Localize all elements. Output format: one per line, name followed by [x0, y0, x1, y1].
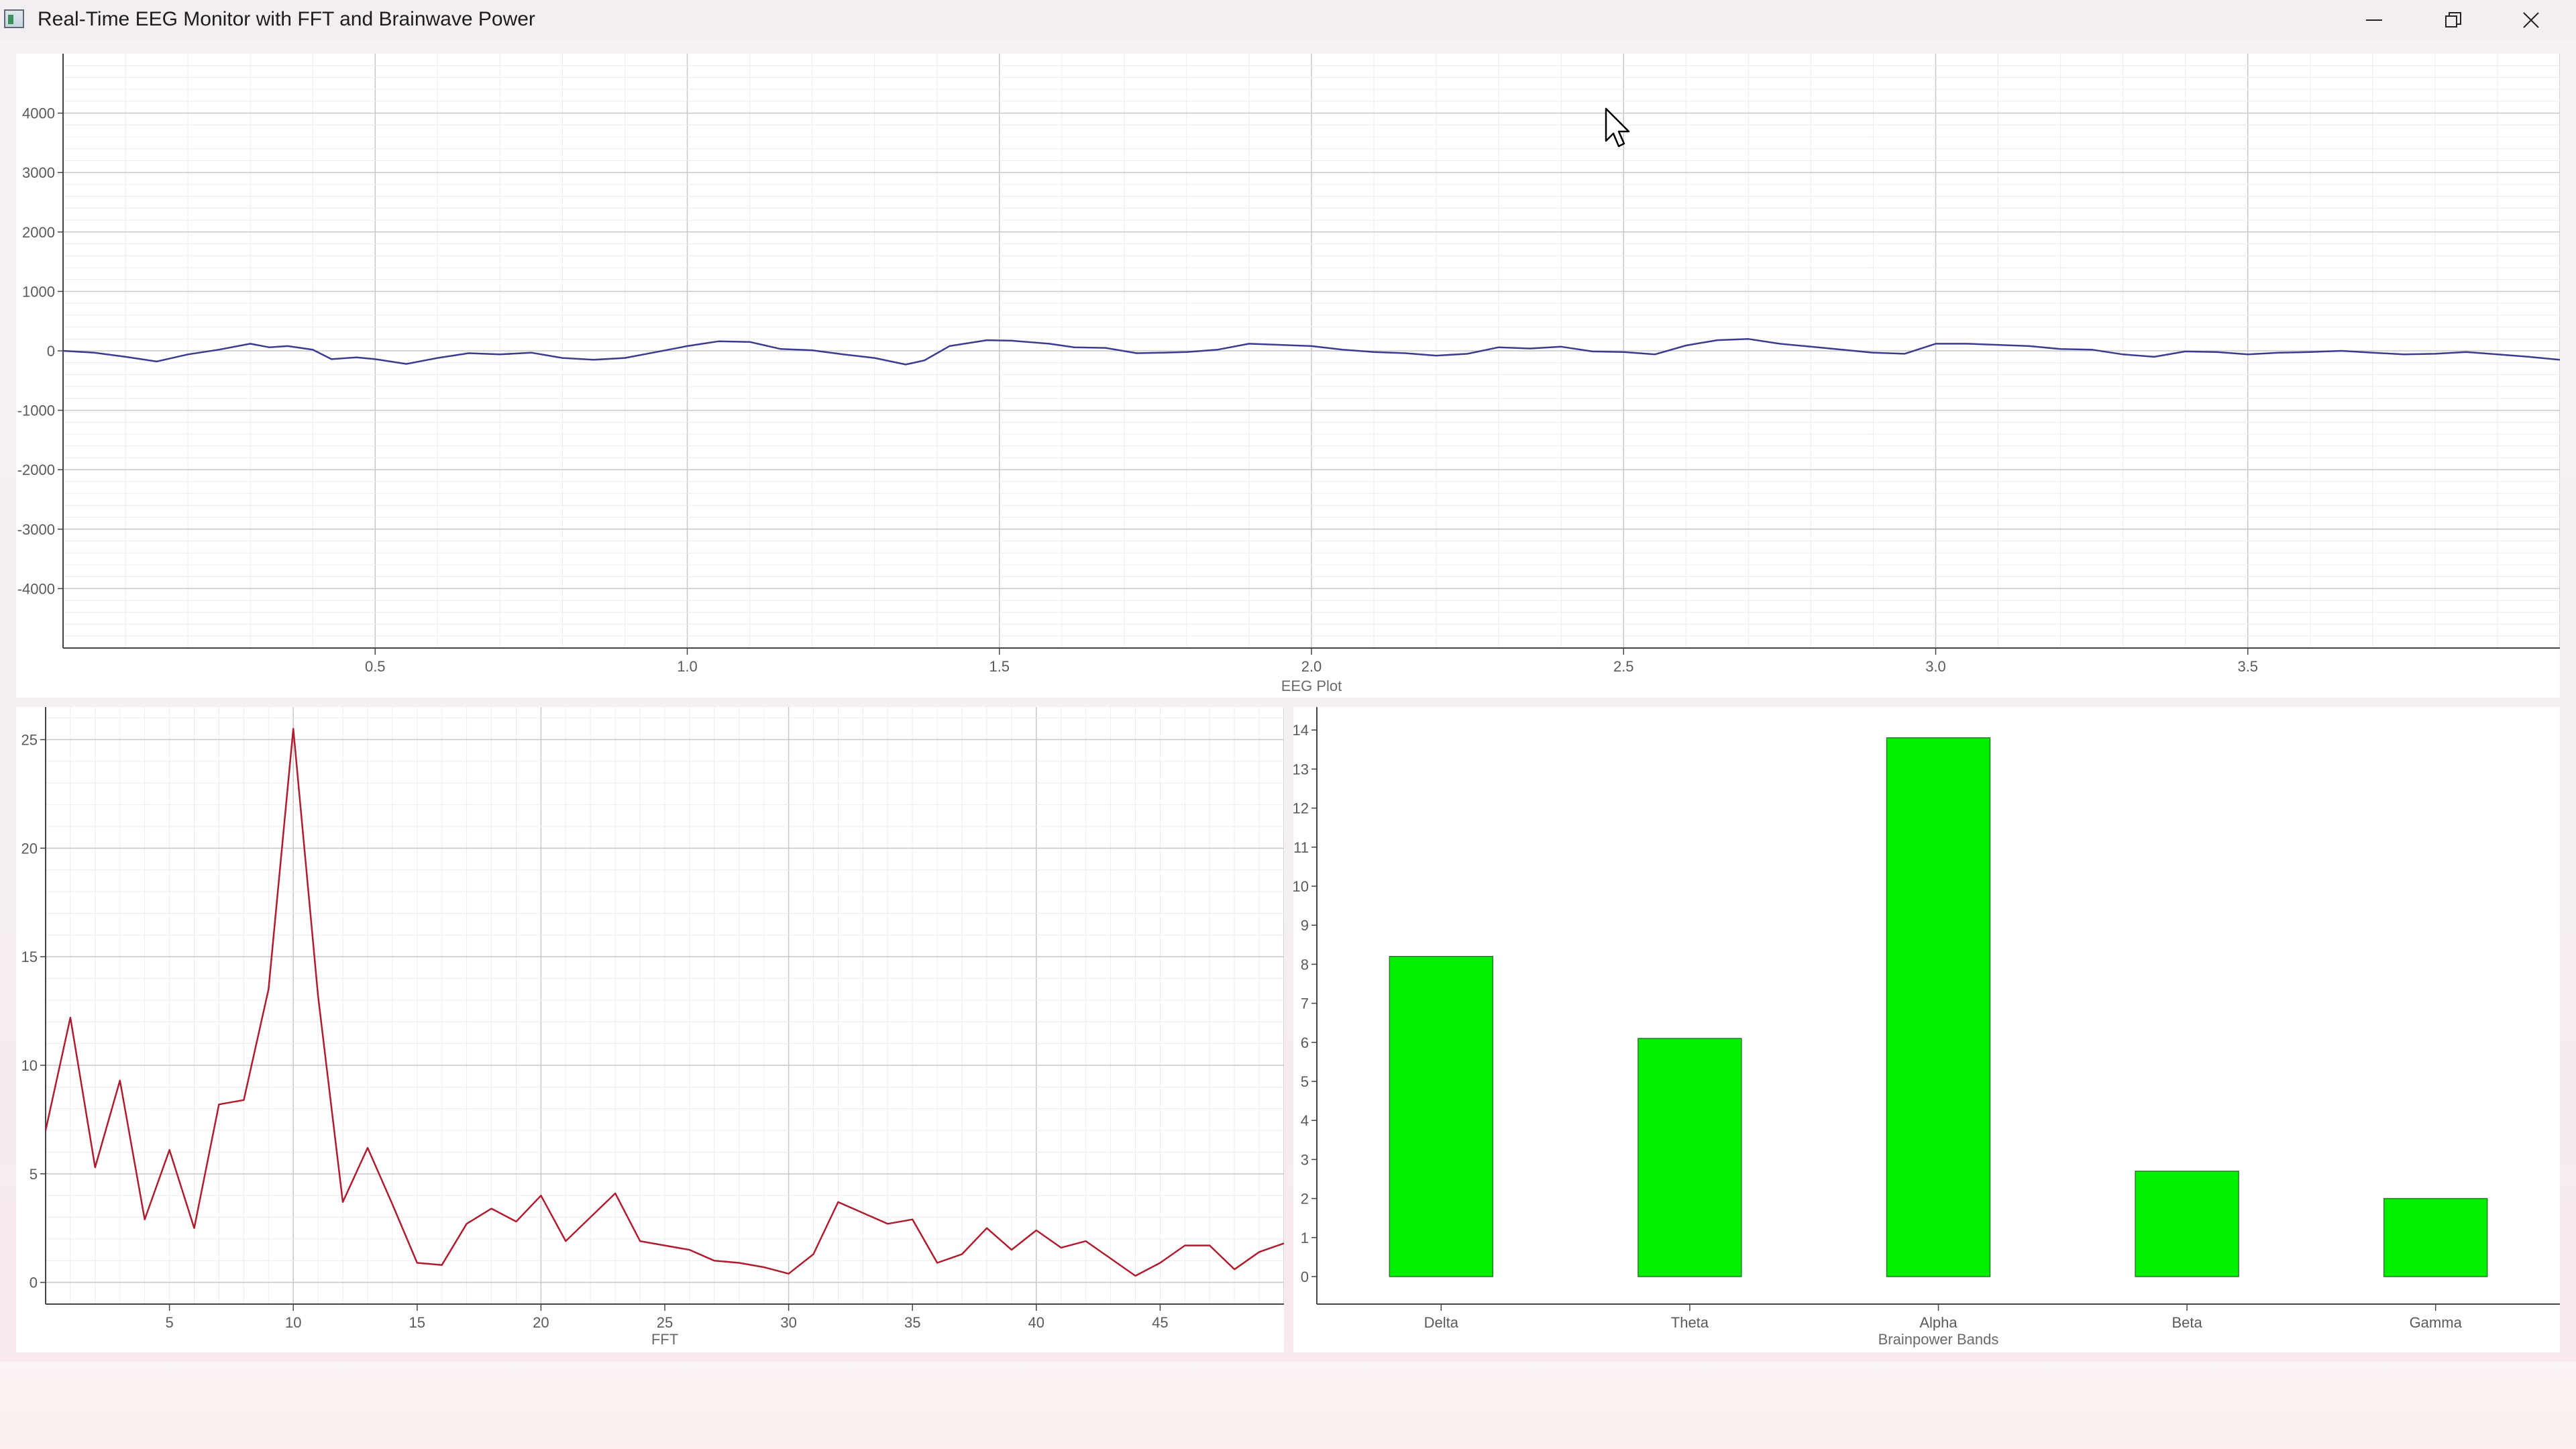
fft-x-tick-label: 35 — [904, 1314, 920, 1331]
fft-x-tick-label: 30 — [780, 1314, 796, 1331]
taskbar-area — [0, 1362, 2576, 1449]
close-icon — [2523, 12, 2539, 28]
bands-y-tick-label: 14 — [1293, 722, 1309, 739]
minimize-icon — [2366, 19, 2382, 21]
restore-button[interactable] — [2416, 0, 2490, 40]
eeg-y-tick-label: 1000 — [22, 283, 55, 300]
title-bar: Real-Time EEG Monitor with FFT and Brain… — [0, 0, 2576, 40]
eeg-y-tick-label: 3000 — [22, 164, 55, 181]
bands-y-tick-label: 2 — [1301, 1191, 1309, 1208]
eeg-x-tick-label: 0.5 — [365, 658, 386, 675]
eeg-x-tick-label: 3.0 — [1925, 658, 1946, 675]
fft-grid — [46, 707, 1284, 1304]
eeg-y-tick-label: -4000 — [17, 580, 55, 597]
eeg-x-tick-label: 1.0 — [677, 658, 698, 675]
eeg-y-tick-label: 4000 — [22, 105, 55, 122]
fft-y-tick-label: 10 — [21, 1057, 38, 1074]
bands-x-tick-label: Beta — [2171, 1314, 2202, 1331]
eeg-chart[interactable]: 4000 3000 2000 1000 0 -1000 -2000 -3000 -4000 0.… — [16, 54, 2560, 698]
bands-y-tick-label: 5 — [1301, 1073, 1309, 1090]
bar-theta — [1638, 1038, 1742, 1277]
bar-gamma — [2383, 1197, 2488, 1277]
eeg-y-axis: 4000 3000 2000 1000 0 -1000 -2000 -3000 -4000 — [17, 105, 63, 597]
bands-y-tick-label: 12 — [1293, 800, 1309, 817]
fft-y-tick-label: 25 — [21, 732, 38, 749]
brainwave-bands-panel[interactable]: 14 13 12 11 10 9 8 7 6 5 4 3 2 1 0 Delta Theta Alpha Beta… — [1293, 707, 2560, 1352]
fft-y-tick-label: 0 — [30, 1275, 38, 1291]
bar-delta — [1389, 956, 1494, 1277]
bands-y-tick-label: 1 — [1301, 1230, 1309, 1246]
bar-beta — [2135, 1171, 2239, 1277]
bands-y-tick-label: 11 — [1293, 839, 1309, 856]
app-icon — [4, 9, 24, 28]
bands-x-axis-label: Brainpower Bands — [1878, 1331, 1999, 1348]
fft-x-tick-label: 25 — [657, 1314, 673, 1331]
bands-x-tick-label: Delta — [1424, 1314, 1459, 1331]
fft-x-tick-label: 10 — [285, 1314, 301, 1331]
restore-icon — [2445, 12, 2461, 28]
fft-y-tick-label: 5 — [30, 1166, 38, 1183]
bands-y-tick-label: 7 — [1301, 996, 1309, 1012]
bands-y-tick-label: 8 — [1301, 956, 1309, 973]
eeg-x-tick-label: 2.5 — [1613, 658, 1634, 675]
eeg-x-tick-label: 3.5 — [2237, 658, 2258, 675]
bands-y-tick-label: 0 — [1301, 1269, 1309, 1285]
bands-y-tick-label: 4 — [1301, 1112, 1309, 1129]
bands-x-tick-label: Theta — [1671, 1314, 1709, 1331]
mouse-cursor-icon — [1605, 107, 1630, 148]
eeg-x-axis: 0.5 1.0 1.5 2.0 2.5 3.0 3.5 — [365, 648, 2258, 675]
fft-x-tick-label: 15 — [409, 1314, 425, 1331]
eeg-y-tick-label: -3000 — [17, 521, 55, 538]
fft-y-tick-label: 20 — [21, 840, 38, 857]
eeg-plot-panel[interactable]: 4000 3000 2000 1000 0 -1000 -2000 -3000 -4000 0.… — [16, 54, 2560, 698]
bands-x-tick-label: Gamma — [2410, 1314, 2463, 1331]
close-button[interactable] — [2494, 0, 2568, 40]
bands-chart[interactable]: 14131211109876543210 Delta Theta Alpha Beta… — [1293, 707, 2560, 1352]
minimize-button[interactable] — [2337, 0, 2411, 40]
bands-bars — [1389, 737, 2488, 1277]
bands-y-tick-label: 9 — [1301, 917, 1309, 934]
eeg-y-tick-label: -2000 — [17, 462, 55, 478]
fft-x-tick-label: 45 — [1152, 1314, 1168, 1331]
eeg-y-tick-label: 2000 — [22, 224, 55, 241]
eeg-y-tick-label: -1000 — [17, 402, 55, 419]
eeg-x-axis-label: EEG Plot — [1281, 678, 1342, 694]
fft-x-axis-label: FFT — [651, 1331, 678, 1348]
bands-y-tick-label: 10 — [1293, 878, 1309, 895]
fft-plot-panel[interactable]: 25 20 15 10 5 0 5 10 15 20 25 30 35 40 45 FFT — [16, 707, 1284, 1352]
fft-x-tick-label: 20 — [533, 1314, 549, 1331]
bands-y-tick-label: 3 — [1301, 1151, 1309, 1168]
fft-y-axis: 25 20 15 10 5 0 — [21, 732, 46, 1291]
fft-x-axis: 5 10 15 20 25 30 35 40 45 — [165, 1304, 1169, 1331]
fft-chart[interactable]: 25 20 15 10 5 0 5 10 15 20 25 30 35 40 45 FFT — [16, 707, 1284, 1352]
fft-x-tick-label: 5 — [165, 1314, 173, 1331]
bands-y-tick-label: 6 — [1301, 1034, 1309, 1051]
bands-y-tick-label: 13 — [1293, 761, 1309, 777]
bands-x-axis: Delta Theta Alpha Beta Gamma — [1424, 1304, 2463, 1331]
eeg-y-tick-label: 0 — [47, 343, 55, 360]
eeg-x-tick-label: 1.5 — [989, 658, 1010, 675]
fft-y-tick-label: 15 — [21, 949, 38, 965]
eeg-x-tick-label: 2.0 — [1301, 658, 1322, 675]
fft-x-tick-label: 40 — [1028, 1314, 1044, 1331]
bands-y-axis: 14131211109876543210 — [1293, 722, 1317, 1285]
bar-alpha — [1886, 737, 1991, 1277]
window-title: Real-Time EEG Monitor with FFT and Brain… — [38, 8, 535, 30]
bands-x-tick-label: Alpha — [1919, 1314, 1957, 1331]
